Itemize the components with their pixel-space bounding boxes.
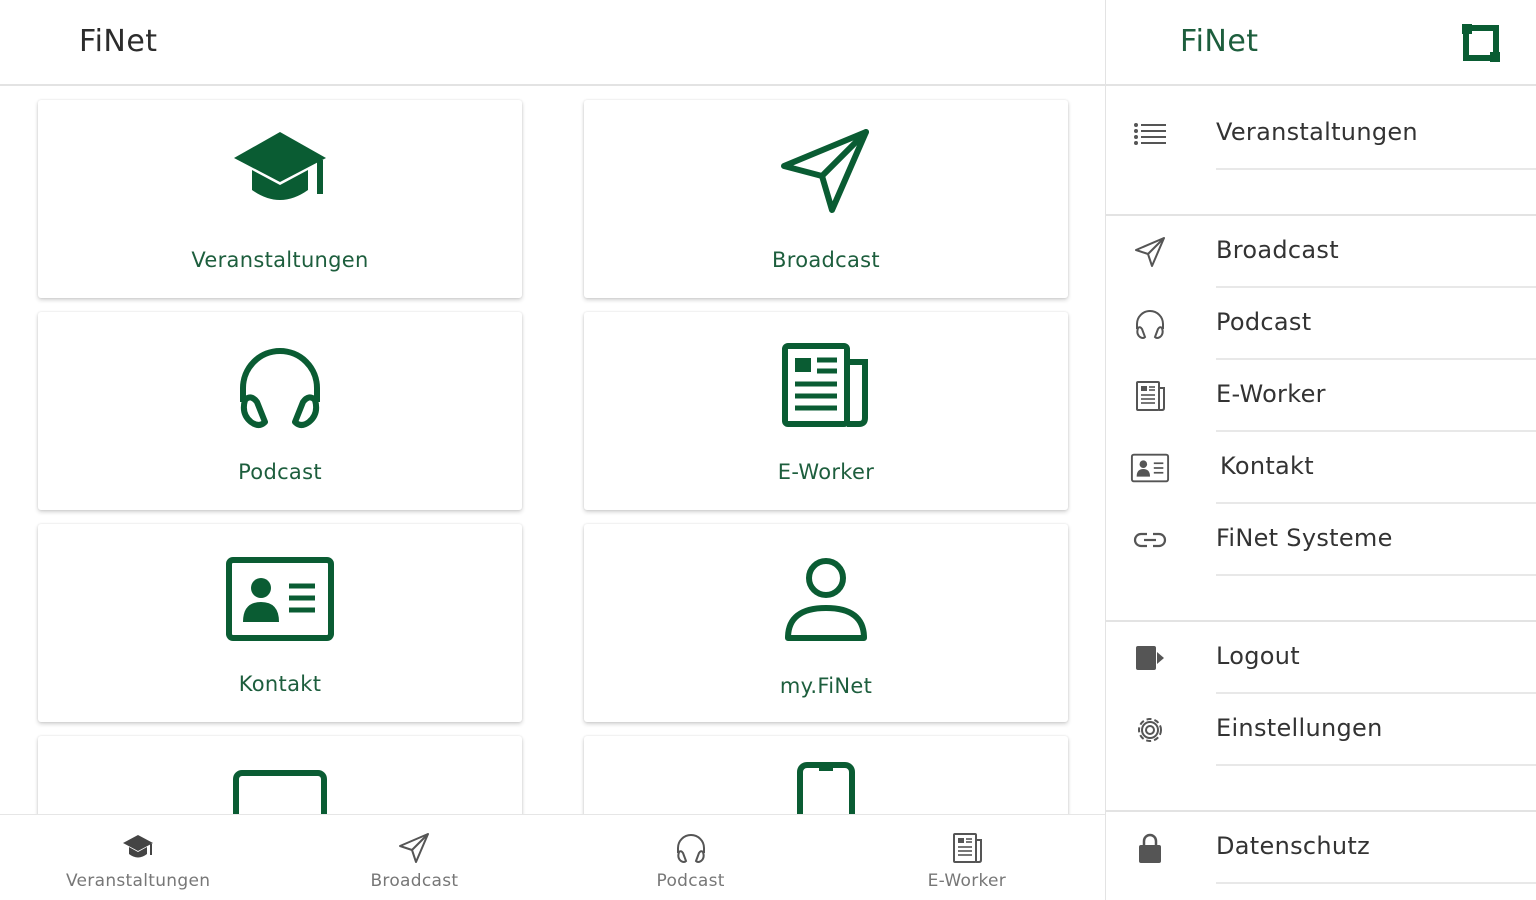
- card-kontakt[interactable]: Kontakt: [38, 524, 522, 722]
- card-broadcast[interactable]: Broadcast: [584, 100, 1068, 298]
- card-veranstaltungen[interactable]: Veranstaltungen: [38, 100, 522, 298]
- drawer-item-label: Logout: [1216, 642, 1300, 670]
- bottom-navigation: Veranstaltungen Broadcast Podcast E-Work…: [0, 814, 1105, 900]
- item-divider: [1216, 168, 1536, 170]
- drawer-item-label: FiNet Systeme: [1216, 524, 1393, 552]
- drawer-item-label: Broadcast: [1216, 236, 1339, 264]
- item-divider: [1216, 764, 1536, 766]
- card-smartphone[interactable]: [584, 736, 1068, 814]
- bottom-nav-podcast[interactable]: Podcast: [553, 815, 829, 900]
- card-podcast[interactable]: Podcast: [38, 312, 522, 510]
- drawer-item-datenschutz[interactable]: Datenschutz: [1106, 812, 1536, 884]
- drawer-item-label: Einstellungen: [1216, 714, 1383, 742]
- contact-card-icon: [38, 556, 522, 642]
- newspaper-icon: [584, 342, 1068, 430]
- headphones-icon: [38, 342, 522, 430]
- drawer-item-broadcast[interactable]: Broadcast: [1106, 216, 1536, 288]
- user-icon: [584, 554, 1068, 644]
- gear-icon: [1130, 710, 1170, 750]
- drawer-item-podcast[interactable]: Podcast: [1106, 288, 1536, 360]
- tablet-icon: [38, 770, 522, 814]
- item-divider: [1216, 882, 1536, 884]
- card-label: E-Worker: [777, 460, 875, 484]
- bottom-nav-label: Broadcast: [370, 871, 459, 891]
- newspaper-icon: [1130, 376, 1170, 416]
- smartphone-icon: [584, 762, 1068, 814]
- headphones-icon: [1130, 304, 1170, 344]
- contact-card-icon: [1130, 448, 1170, 488]
- drawer-item-logout[interactable]: Logout: [1106, 622, 1536, 694]
- dashboard-grid: Veranstaltungen Broadcast Podcast E-Work…: [0, 88, 1105, 814]
- drawer-item-finet-systeme[interactable]: FiNet Systeme: [1106, 504, 1536, 576]
- drawer-item-label: Veranstaltungen: [1216, 118, 1418, 146]
- drawer-item-label: Kontakt: [1220, 452, 1314, 480]
- card-label: Podcast: [238, 460, 322, 484]
- drawer-header: FiNet: [1106, 0, 1536, 86]
- drawer-item-veranstaltungen[interactable]: Veranstaltungen: [1106, 98, 1536, 170]
- lock-icon: [1130, 828, 1170, 868]
- card-e-worker[interactable]: E-Worker: [584, 312, 1068, 510]
- graduation-cap-icon: [38, 128, 522, 214]
- drawer-item-einstellungen[interactable]: Einstellungen: [1106, 694, 1536, 766]
- send-icon: [397, 831, 431, 869]
- newspaper-icon: [950, 831, 984, 869]
- bottom-nav-e-worker[interactable]: E-Worker: [829, 815, 1105, 900]
- navigation-drawer: FiNet Veranstaltungen Broadcast Podcast …: [1105, 0, 1536, 900]
- card-my-finet[interactable]: my.FiNet: [584, 524, 1068, 722]
- drawer-item-label: Podcast: [1216, 308, 1312, 336]
- drawer-toggle-icon[interactable]: [1458, 20, 1502, 64]
- headphones-icon: [674, 831, 708, 869]
- card-label: Veranstaltungen: [191, 248, 369, 272]
- send-icon: [584, 126, 1068, 216]
- graduation-cap-icon: [121, 831, 155, 869]
- bottom-nav-broadcast[interactable]: Broadcast: [276, 815, 552, 900]
- drawer-item-e-worker[interactable]: E-Worker: [1106, 360, 1536, 432]
- card-label: Kontakt: [238, 672, 322, 696]
- logout-icon: [1130, 638, 1170, 678]
- app-header: FiNet: [0, 0, 1105, 86]
- drawer-item-label: E-Worker: [1216, 380, 1326, 408]
- bottom-nav-label: Podcast: [656, 871, 725, 891]
- send-icon: [1130, 232, 1170, 272]
- drawer-title: FiNet: [1180, 24, 1259, 59]
- drawer-item-label: Datenschutz: [1216, 832, 1371, 860]
- link-icon: [1130, 520, 1170, 560]
- list-icon: [1130, 114, 1170, 154]
- card-label: my.FiNet: [779, 674, 873, 698]
- card-tablet[interactable]: [38, 736, 522, 814]
- bottom-nav-label: Veranstaltungen: [65, 871, 211, 891]
- item-divider: [1216, 574, 1536, 576]
- drawer-item-kontakt[interactable]: Kontakt: [1106, 432, 1536, 504]
- app-title: FiNet: [79, 24, 158, 59]
- card-label: Broadcast: [772, 248, 880, 272]
- bottom-nav-label: E-Worker: [927, 871, 1007, 891]
- bottom-nav-veranstaltungen[interactable]: Veranstaltungen: [0, 815, 276, 900]
